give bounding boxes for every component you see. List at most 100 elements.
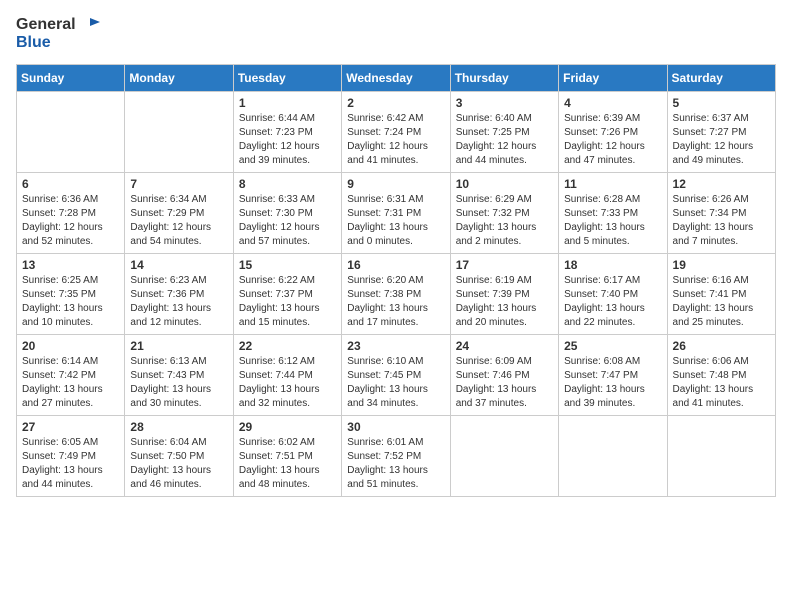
logo: General Blue — [16, 16, 100, 52]
calendar-cell: 18 Sunrise: 6:17 AM Sunset: 7:40 PM Dayli… — [559, 253, 667, 334]
day-info: Sunrise: 6:01 AM Sunset: 7:52 PM Dayligh… — [347, 436, 444, 492]
day-number: 9 — [347, 177, 444, 191]
day-number: 24 — [456, 339, 553, 353]
calendar-cell — [17, 91, 125, 172]
day-number: 7 — [130, 177, 227, 191]
day-number: 22 — [239, 339, 336, 353]
weekday-header-wednesday: Wednesday — [342, 64, 450, 91]
calendar-cell: 21 Sunrise: 6:13 AM Sunset: 7:43 PM Dayli… — [125, 334, 233, 415]
calendar-table: SundayMondayTuesdayWednesdayThursdayFrid… — [16, 64, 776, 497]
calendar-cell: 10 Sunrise: 6:29 AM Sunset: 7:32 PM Dayli… — [450, 172, 558, 253]
weekday-header-friday: Friday — [559, 64, 667, 91]
week-row-1: 1 Sunrise: 6:44 AM Sunset: 7:23 PM Daylig… — [17, 91, 776, 172]
day-info: Sunrise: 6:17 AM Sunset: 7:40 PM Dayligh… — [564, 274, 661, 330]
calendar-cell: 22 Sunrise: 6:12 AM Sunset: 7:44 PM Dayli… — [233, 334, 341, 415]
day-info: Sunrise: 6:16 AM Sunset: 7:41 PM Dayligh… — [673, 274, 770, 330]
day-info: Sunrise: 6:33 AM Sunset: 7:30 PM Dayligh… — [239, 193, 336, 249]
day-number: 1 — [239, 96, 336, 110]
day-number: 18 — [564, 258, 661, 272]
calendar-cell: 19 Sunrise: 6:16 AM Sunset: 7:41 PM Dayli… — [667, 253, 775, 334]
week-row-5: 27Sunrise: 6:05 AM Sunset: 7:49 PM Dayli… — [17, 415, 776, 496]
day-number: 11 — [564, 177, 661, 191]
day-info: Sunrise: 6:09 AM Sunset: 7:46 PM Dayligh… — [456, 355, 553, 411]
day-info: Sunrise: 6:19 AM Sunset: 7:39 PM Dayligh… — [456, 274, 553, 330]
day-info: Sunrise: 6:44 AM Sunset: 7:23 PM Dayligh… — [239, 112, 336, 168]
calendar-cell: 12Sunrise: 6:26 AM Sunset: 7:34 PM Dayli… — [667, 172, 775, 253]
calendar-cell: 1 Sunrise: 6:44 AM Sunset: 7:23 PM Daylig… — [233, 91, 341, 172]
day-info: Sunrise: 6:31 AM Sunset: 7:31 PM Dayligh… — [347, 193, 444, 249]
day-info: Sunrise: 6:14 AM Sunset: 7:42 PM Dayligh… — [22, 355, 119, 411]
calendar-cell: 30 Sunrise: 6:01 AM Sunset: 7:52 PM Dayli… — [342, 415, 450, 496]
calendar-cell: 11 Sunrise: 6:28 AM Sunset: 7:33 PM Dayli… — [559, 172, 667, 253]
day-info: Sunrise: 6:25 AM Sunset: 7:35 PM Dayligh… — [22, 274, 119, 330]
weekday-header-thursday: Thursday — [450, 64, 558, 91]
calendar-cell — [667, 415, 775, 496]
day-info: Sunrise: 6:40 AM Sunset: 7:25 PM Dayligh… — [456, 112, 553, 168]
day-info: Sunrise: 6:13 AM Sunset: 7:43 PM Dayligh… — [130, 355, 227, 411]
weekday-header-row: SundayMondayTuesdayWednesdayThursdayFrid… — [17, 64, 776, 91]
logo-blue: Blue — [16, 34, 51, 51]
day-number: 30 — [347, 420, 444, 434]
calendar-cell: 15 Sunrise: 6:22 AM Sunset: 7:37 PM Dayli… — [233, 253, 341, 334]
day-number: 5 — [673, 96, 770, 110]
day-number: 10 — [456, 177, 553, 191]
calendar-cell: 5 Sunrise: 6:37 AM Sunset: 7:27 PM Daylig… — [667, 91, 775, 172]
calendar-cell — [450, 415, 558, 496]
day-number: 17 — [456, 258, 553, 272]
day-number: 29 — [239, 420, 336, 434]
calendar-cell: 8Sunrise: 6:33 AM Sunset: 7:30 PM Daylig… — [233, 172, 341, 253]
calendar-cell: 26 Sunrise: 6:06 AM Sunset: 7:48 PM Dayli… — [667, 334, 775, 415]
calendar-cell: 28 Sunrise: 6:04 AM Sunset: 7:50 PM Dayli… — [125, 415, 233, 496]
calendar-cell: 7 Sunrise: 6:34 AM Sunset: 7:29 PM Daylig… — [125, 172, 233, 253]
header: General Blue — [16, 16, 776, 52]
day-number: 12 — [673, 177, 770, 191]
day-number: 20 — [22, 339, 119, 353]
day-info: Sunrise: 6:06 AM Sunset: 7:48 PM Dayligh… — [673, 355, 770, 411]
calendar-cell: 27Sunrise: 6:05 AM Sunset: 7:49 PM Dayli… — [17, 415, 125, 496]
day-info: Sunrise: 6:22 AM Sunset: 7:37 PM Dayligh… — [239, 274, 336, 330]
logo-flag-icon — [82, 16, 100, 34]
day-info: Sunrise: 6:42 AM Sunset: 7:24 PM Dayligh… — [347, 112, 444, 168]
day-number: 13 — [22, 258, 119, 272]
calendar-cell: 6Sunrise: 6:36 AM Sunset: 7:28 PM Daylig… — [17, 172, 125, 253]
day-info: Sunrise: 6:12 AM Sunset: 7:44 PM Dayligh… — [239, 355, 336, 411]
day-number: 14 — [130, 258, 227, 272]
day-info: Sunrise: 6:08 AM Sunset: 7:47 PM Dayligh… — [564, 355, 661, 411]
day-number: 28 — [130, 420, 227, 434]
calendar-cell: 4Sunrise: 6:39 AM Sunset: 7:26 PM Daylig… — [559, 91, 667, 172]
weekday-header-tuesday: Tuesday — [233, 64, 341, 91]
logo-general: General — [16, 16, 76, 33]
day-info: Sunrise: 6:37 AM Sunset: 7:27 PM Dayligh… — [673, 112, 770, 168]
day-number: 15 — [239, 258, 336, 272]
day-number: 19 — [673, 258, 770, 272]
calendar-cell — [559, 415, 667, 496]
day-info: Sunrise: 6:10 AM Sunset: 7:45 PM Dayligh… — [347, 355, 444, 411]
calendar-cell: 23 Sunrise: 6:10 AM Sunset: 7:45 PM Dayli… — [342, 334, 450, 415]
calendar-cell: 3 Sunrise: 6:40 AM Sunset: 7:25 PM Daylig… — [450, 91, 558, 172]
day-info: Sunrise: 6:20 AM Sunset: 7:38 PM Dayligh… — [347, 274, 444, 330]
calendar-cell: 25Sunrise: 6:08 AM Sunset: 7:47 PM Dayli… — [559, 334, 667, 415]
day-info: Sunrise: 6:28 AM Sunset: 7:33 PM Dayligh… — [564, 193, 661, 249]
day-info: Sunrise: 6:02 AM Sunset: 7:51 PM Dayligh… — [239, 436, 336, 492]
day-info: Sunrise: 6:34 AM Sunset: 7:29 PM Dayligh… — [130, 193, 227, 249]
day-number: 6 — [22, 177, 119, 191]
day-number: 3 — [456, 96, 553, 110]
calendar-cell: 17 Sunrise: 6:19 AM Sunset: 7:39 PM Dayli… — [450, 253, 558, 334]
calendar-cell — [125, 91, 233, 172]
weekday-header-saturday: Saturday — [667, 64, 775, 91]
day-info: Sunrise: 6:23 AM Sunset: 7:36 PM Dayligh… — [130, 274, 227, 330]
calendar-cell: 24 Sunrise: 6:09 AM Sunset: 7:46 PM Dayli… — [450, 334, 558, 415]
day-number: 21 — [130, 339, 227, 353]
day-number: 26 — [673, 339, 770, 353]
calendar-cell: 29 Sunrise: 6:02 AM Sunset: 7:51 PM Dayli… — [233, 415, 341, 496]
day-info: Sunrise: 6:04 AM Sunset: 7:50 PM Dayligh… — [130, 436, 227, 492]
calendar-cell: 13 Sunrise: 6:25 AM Sunset: 7:35 PM Dayli… — [17, 253, 125, 334]
day-number: 23 — [347, 339, 444, 353]
day-info: Sunrise: 6:29 AM Sunset: 7:32 PM Dayligh… — [456, 193, 553, 249]
day-number: 16 — [347, 258, 444, 272]
week-row-3: 13 Sunrise: 6:25 AM Sunset: 7:35 PM Dayli… — [17, 253, 776, 334]
day-number: 4 — [564, 96, 661, 110]
calendar-cell: 14 Sunrise: 6:23 AM Sunset: 7:36 PM Dayli… — [125, 253, 233, 334]
weekday-header-sunday: Sunday — [17, 64, 125, 91]
weekday-header-monday: Monday — [125, 64, 233, 91]
